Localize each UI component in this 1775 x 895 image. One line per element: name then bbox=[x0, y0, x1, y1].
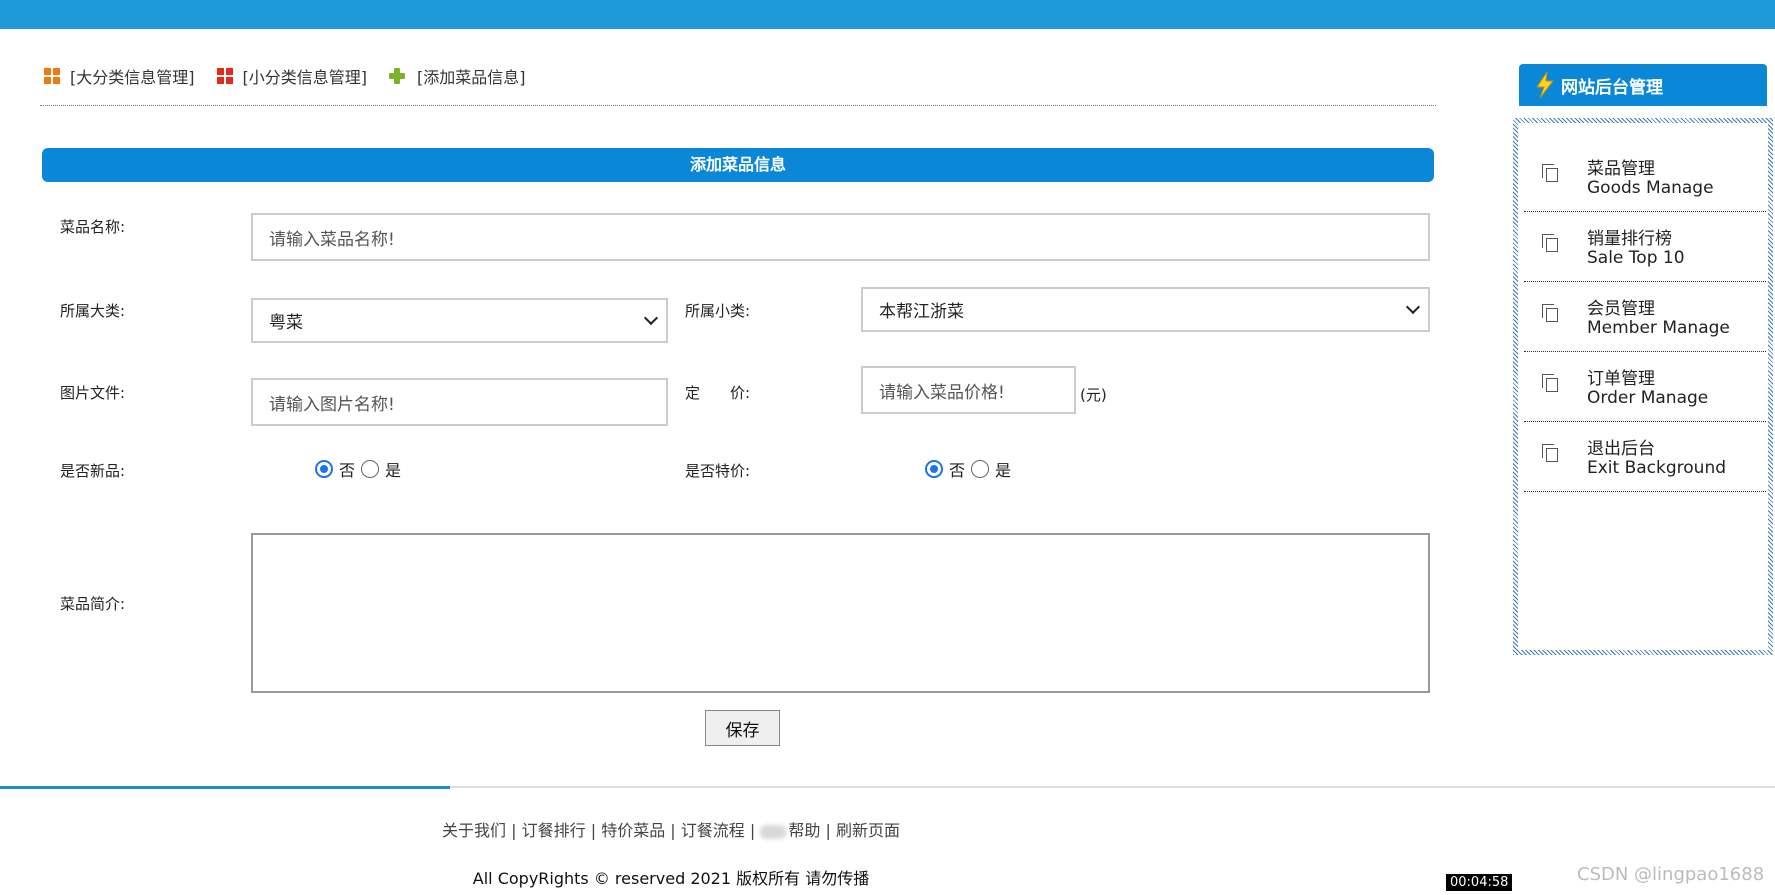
nav-big-category-label: [大分类信息管理] bbox=[70, 68, 195, 87]
is-new-yes-label: 是 bbox=[385, 461, 402, 480]
footer-link-help[interactable]: 帮助 bbox=[788, 821, 820, 840]
footer-link-refresh[interactable]: 刷新页面 bbox=[836, 821, 900, 840]
is-new-yes-radio[interactable] bbox=[361, 460, 380, 478]
dish-name-input[interactable]: 请输入菜品名称! bbox=[251, 213, 1430, 261]
image-file-label: 图片文件: bbox=[60, 384, 126, 402]
chevron-down-icon bbox=[1405, 299, 1421, 314]
sidebar-item-en: Exit Background bbox=[1587, 458, 1727, 478]
blurred-text bbox=[760, 824, 787, 839]
image-file-input[interactable]: 请输入图片名称! bbox=[251, 378, 668, 426]
is-special-no-label: 否 bbox=[949, 461, 966, 480]
sidebar-item-en: Order Manage bbox=[1587, 388, 1709, 408]
top-banner bbox=[0, 0, 1775, 29]
sidebar-title-text: 网站后台管理 bbox=[1561, 77, 1663, 98]
small-category-select[interactable]: 本帮江浙菜 bbox=[861, 287, 1430, 332]
footer-separator: | bbox=[506, 821, 522, 840]
nav-divider bbox=[40, 105, 1436, 106]
nav-add-dish[interactable]: [添加菜品信息] bbox=[389, 64, 526, 88]
chevron-down-icon bbox=[643, 310, 659, 325]
sidebar-item-zh: 会员管理 bbox=[1587, 299, 1655, 319]
price-label: 定 价: bbox=[685, 384, 751, 402]
footer-divider-accent bbox=[0, 786, 450, 789]
footer-links: 关于我们 | 订餐排行 | 特价菜品 | 订餐流程 | 帮助 | 刷新页面 bbox=[0, 817, 1342, 841]
lightning-icon bbox=[1536, 71, 1555, 99]
description-textarea[interactable] bbox=[251, 533, 1430, 693]
description-label: 菜品简介: bbox=[60, 595, 126, 613]
video-timestamp: 00:04:58 bbox=[1446, 874, 1513, 891]
footer-link-specials[interactable]: 特价菜品 bbox=[601, 821, 665, 840]
big-category-label: 所属大类: bbox=[60, 302, 126, 320]
form-title: 添加菜品信息 bbox=[42, 148, 1434, 182]
watermark: CSDN @lingpao1688 bbox=[1577, 864, 1765, 885]
sidebar-item-zh: 订单管理 bbox=[1587, 369, 1655, 389]
dish-name-label: 菜品名称: bbox=[60, 218, 126, 236]
document-icon bbox=[1542, 374, 1558, 392]
is-new-label: 是否新品: bbox=[60, 462, 126, 480]
sidebar-title: 网站后台管理 bbox=[1519, 64, 1767, 106]
is-new-no-label: 否 bbox=[339, 461, 356, 480]
sidebar-item-orders[interactable]: 订单管理 Order Manage bbox=[1524, 352, 1766, 422]
footer-link-process[interactable]: 订餐流程 bbox=[681, 821, 745, 840]
sidebar-item-en: Sale Top 10 bbox=[1587, 248, 1685, 268]
document-icon bbox=[1542, 444, 1558, 462]
document-icon bbox=[1542, 234, 1558, 252]
is-special-yes-radio[interactable] bbox=[971, 460, 990, 478]
footer-separator: | bbox=[585, 821, 602, 840]
copyright: All CopyRights © reserved 2021 版权所有 请勿传播 bbox=[472, 869, 870, 888]
is-new-no-radio[interactable] bbox=[315, 460, 333, 478]
nav-small-category-label: [小分类信息管理] bbox=[242, 68, 368, 87]
footer-separator: | bbox=[665, 821, 681, 840]
sidebar-item-zh: 菜品管理 bbox=[1587, 159, 1655, 179]
nav-small-category[interactable]: [小分类信息管理] bbox=[216, 64, 368, 88]
price-unit: (元) bbox=[1080, 386, 1107, 404]
sidebar-menu: 菜品管理 Goods Manage 销量排行榜 Sale Top 10 会员管理… bbox=[1513, 118, 1773, 655]
footer-link-ranking[interactable]: 订餐排行 bbox=[522, 821, 586, 840]
big-category-select[interactable]: 粤菜 bbox=[251, 298, 668, 343]
plus-icon bbox=[389, 68, 405, 84]
is-new-radio-group: 否 是 bbox=[315, 457, 407, 481]
sidebar-item-exit[interactable]: 退出后台 Exit Background bbox=[1524, 422, 1766, 492]
sidebar-item-en: Goods Manage bbox=[1587, 178, 1714, 198]
sidebar-item-en: Member Manage bbox=[1587, 318, 1730, 338]
price-input[interactable]: 请输入菜品价格! bbox=[861, 366, 1076, 414]
sidebar-item-goods[interactable]: 菜品管理 Goods Manage bbox=[1524, 142, 1766, 212]
is-special-radio-group: 否 是 bbox=[925, 457, 1017, 481]
is-special-yes-label: 是 bbox=[995, 461, 1012, 480]
footer-divider bbox=[0, 786, 1775, 789]
sidebar-item-members[interactable]: 会员管理 Member Manage bbox=[1524, 282, 1766, 352]
top-nav: [大分类信息管理] [小分类信息管理] [添加菜品信息] bbox=[44, 64, 548, 88]
small-category-value: 本帮江浙菜 bbox=[879, 302, 964, 322]
grid-icon bbox=[216, 68, 233, 84]
is-special-no-radio[interactable] bbox=[925, 460, 943, 478]
footer-separator: | bbox=[744, 821, 761, 840]
footer-link-about[interactable]: 关于我们 bbox=[442, 821, 506, 840]
sidebar-item-zh: 销量排行榜 bbox=[1587, 229, 1672, 249]
is-special-label: 是否特价: bbox=[685, 462, 751, 480]
footer-separator: | bbox=[820, 821, 836, 840]
sidebar-item-sales[interactable]: 销量排行榜 Sale Top 10 bbox=[1524, 212, 1766, 282]
nav-big-category[interactable]: [大分类信息管理] bbox=[44, 64, 195, 88]
sidebar-item-zh: 退出后台 bbox=[1587, 439, 1655, 459]
save-button[interactable]: 保存 bbox=[705, 710, 780, 746]
document-icon bbox=[1542, 304, 1558, 322]
big-category-value: 粤菜 bbox=[269, 313, 303, 333]
small-category-label: 所属小类: bbox=[685, 302, 751, 320]
document-icon bbox=[1542, 164, 1558, 182]
grid-icon bbox=[44, 68, 60, 84]
nav-add-dish-label: [添加菜品信息] bbox=[417, 68, 526, 87]
